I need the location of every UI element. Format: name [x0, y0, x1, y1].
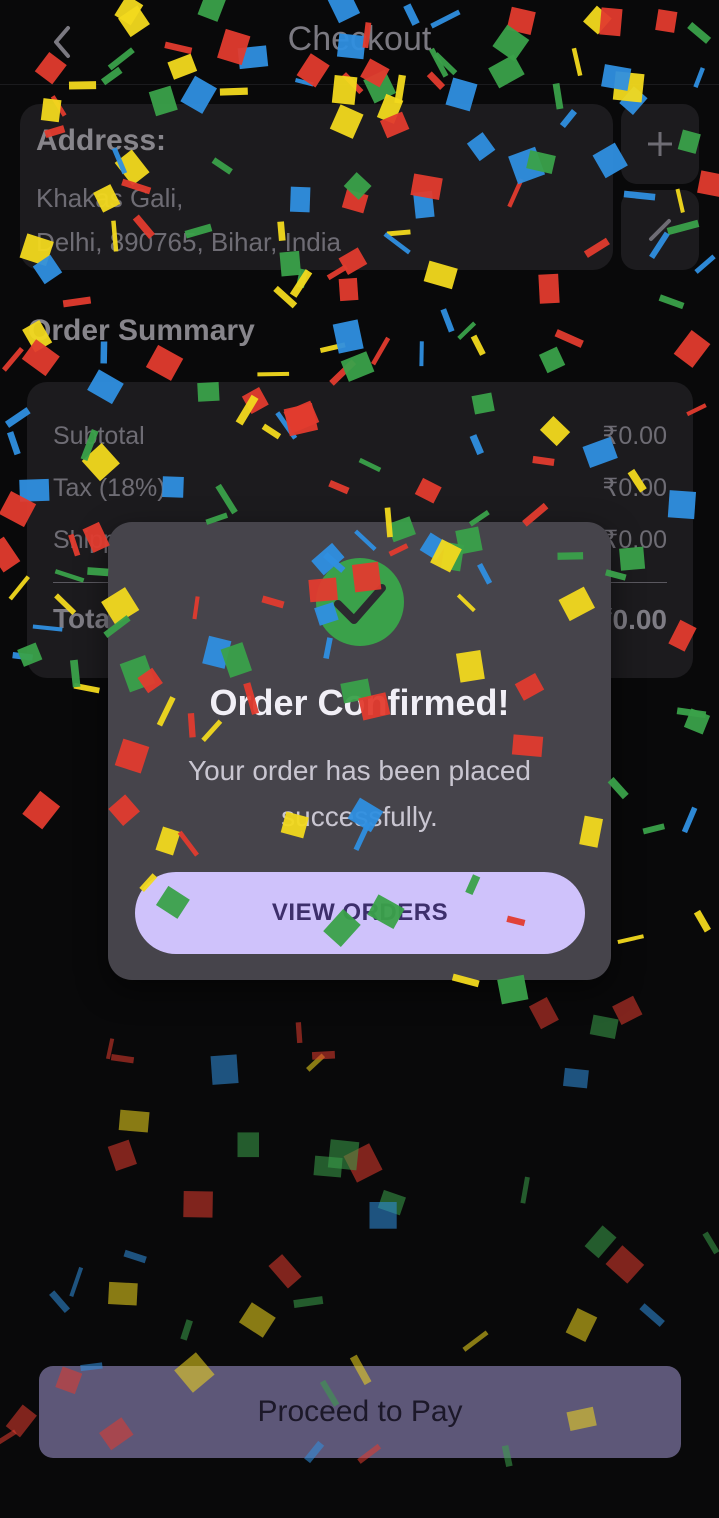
dialog-title: Order Confirmed! — [209, 682, 510, 723]
view-orders-button[interactable]: VIEW ORDERS — [135, 872, 585, 954]
dialog-message: Your order has been placed successfully. — [188, 755, 531, 832]
order-confirmed-dialog: Order Confirmed! Your order has been pla… — [108, 522, 611, 980]
check-circle-icon — [316, 558, 404, 646]
